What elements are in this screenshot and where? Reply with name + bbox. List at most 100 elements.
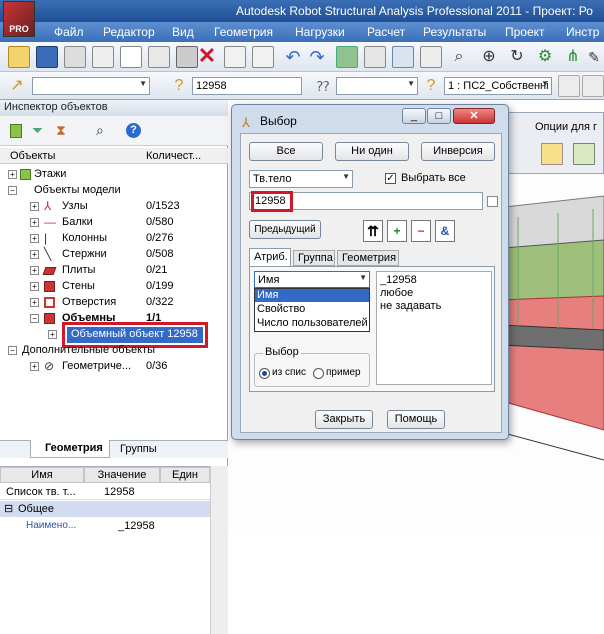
calculator-icon[interactable] [364,46,386,68]
expand-icon[interactable]: + [8,170,17,179]
expand-icon[interactable]: + [30,282,39,291]
mesh-icon[interactable] [336,46,358,68]
tab-geometry[interactable]: Геометрия [30,440,110,458]
menu-view[interactable]: Вид [172,25,194,39]
maximize-button[interactable]: □ [427,108,451,124]
minimize-button[interactable]: _ [402,108,426,124]
load-case-combo[interactable]: 1 : ПС2_Собственні ▼ [444,77,552,95]
display-icon[interactable] [420,46,442,68]
tree-item-slabs[interactable]: + Плиты 0/21 [0,263,228,279]
collapse-icon[interactable]: − [8,186,17,195]
menu-project[interactable]: Проект [505,25,545,39]
filter-icon[interactable]: ⏷ [32,122,43,138]
list-item[interactable]: _12958 [380,274,417,286]
expand-icon[interactable]: + [30,266,39,275]
tree-item-walls[interactable]: + Стены 0/199 [0,279,228,295]
print-icon[interactable] [64,46,86,68]
radio-list[interactable] [259,368,270,379]
tree-item-floors[interactable]: + Этажи [0,167,228,183]
tree-item-model-objects[interactable]: − Объекты модели [0,183,228,199]
document-icon[interactable] [120,46,142,68]
tree-view-icon[interactable] [10,124,22,138]
and-icon[interactable]: & [435,220,455,242]
paste-icon[interactable] [252,46,274,68]
rotate-icon[interactable]: ↻ [506,46,528,68]
tools-icon[interactable]: ⚙ [534,46,556,68]
tab-attributes[interactable]: Атриб. [249,248,291,266]
select-all-checkbox[interactable]: ✓ [385,173,396,184]
option-property[interactable]: Свойство [255,303,369,316]
table-row[interactable]: Список тв. т... 12958 [0,484,210,500]
delete-icon[interactable]: ✕ [196,45,218,68]
selection-combo[interactable]: 12958 [192,77,302,95]
expand-icon[interactable]: + [48,330,57,339]
expand-icon[interactable]: + [30,234,39,243]
menu-tools[interactable]: Инстр [566,25,599,39]
invert-button[interactable]: Инверсия [421,142,495,161]
menu-file[interactable]: Файл [54,25,84,39]
wrench-icon[interactable]: ✎ [586,46,602,68]
close-button[interactable]: Закрыть [315,410,373,429]
tab-group[interactable]: Группа [293,250,335,266]
search-icon[interactable]: ⌕ [96,122,104,138]
option-user-count[interactable]: Число пользователей [255,317,369,330]
expand-icon[interactable]: + [30,218,39,227]
tree-item-additional[interactable]: − Дополнительные объекты [0,343,228,359]
menu-geometry[interactable]: Геометрия [214,25,273,39]
undo-icon[interactable]: ↶ [282,46,304,68]
vertical-scrollbar[interactable] [210,466,228,634]
previous-button[interactable]: Предыдущий [249,220,321,239]
tree-item-geometric[interactable]: + ⊘ Геометриче... 0/36 [0,359,228,375]
tree-item-openings[interactable]: + Отверстия 0/322 [0,295,228,311]
intersect-icon[interactable]: ⇈ [363,220,383,242]
object-type-combo[interactable]: ▼ [32,77,150,95]
option-name[interactable]: Имя [255,289,369,302]
menu-results[interactable]: Результаты [423,25,486,39]
tree-item-bars[interactable]: + ╲ Стержни 0/508 [0,247,228,263]
collapse-icon[interactable]: − [8,346,17,355]
screen-capture-icon[interactable] [148,46,170,68]
section-row[interactable]: ⊟ Общее [0,501,210,517]
case-icon[interactable]: ? [420,75,442,97]
collapse-icon[interactable]: − [30,314,39,323]
table-row[interactable]: Наимено... _12958 [0,518,210,534]
options-icon-b[interactable] [573,143,595,165]
help-icon[interactable]: ? [126,123,141,138]
expand-icon[interactable]: + [30,298,39,307]
radio-example[interactable] [313,368,324,379]
menu-loads[interactable]: Нагрузки [295,25,345,39]
tree-item-volume-object[interactable]: + Объемный объект 12958 [0,322,228,348]
redo-icon[interactable]: ↷ [306,46,328,68]
filter-clear-icon[interactable]: ⧗ [56,122,66,138]
filter-combo[interactable]: ▼ [336,77,418,95]
select-query-icon[interactable]: ⁇ [312,75,334,97]
expand-icon[interactable]: + [30,202,39,211]
collapse-icon[interactable]: ⊟ [4,502,13,515]
menu-edit[interactable]: Редактор [103,25,155,39]
structure-icon[interactable]: ⋔ [562,46,584,68]
close-icon[interactable]: ✕ [453,108,495,124]
camera-icon[interactable] [176,46,198,68]
none-button[interactable]: Ни один [335,142,409,161]
all-button[interactable]: Все [249,142,323,161]
subtract-icon[interactable]: − [411,220,431,242]
node-selection-icon[interactable]: ↗ [6,75,28,97]
previous-case-icon[interactable] [558,75,580,97]
menu-analysis[interactable]: Расчет [367,25,405,39]
print-preview-icon[interactable] [92,46,114,68]
table-icon[interactable] [392,46,414,68]
values-list[interactable]: _12958 любое не задавать [376,271,492,385]
help-button[interactable]: Помощь [387,410,445,429]
tree-item-nodes[interactable]: + ⅄ Узлы 0/1523 [0,199,228,215]
expand-icon[interactable]: + [30,362,39,371]
list-toggle-checkbox[interactable] [487,196,498,207]
add-icon[interactable]: + [387,220,407,242]
zoom-icon[interactable]: ⌕ [448,46,470,68]
next-case-icon[interactable] [582,75,604,97]
tree-item-beams[interactable]: + — Балки 0/580 [0,215,228,231]
tree-item-columns[interactable]: + | Колонны 0/276 [0,231,228,247]
pan-icon[interactable]: ⊕ [478,46,500,68]
save-icon[interactable] [36,46,58,68]
copy-icon[interactable] [224,46,246,68]
bar-selection-icon[interactable]: ? [168,75,190,97]
